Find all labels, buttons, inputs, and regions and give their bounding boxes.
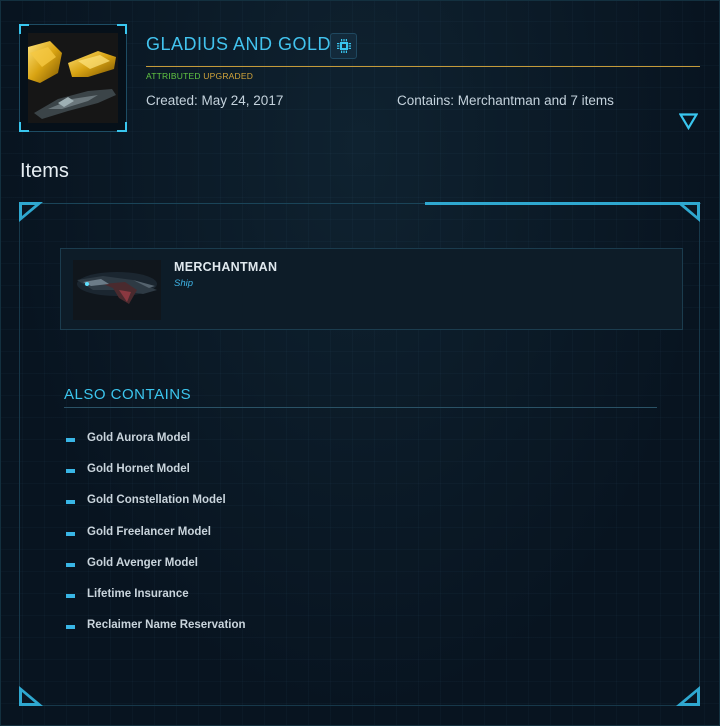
list-item-label: Lifetime Insurance <box>87 587 189 600</box>
bullet-icon <box>66 562 75 567</box>
pledge-image <box>28 33 118 123</box>
bullet-icon <box>66 438 75 442</box>
panel-top-accent <box>425 202 695 205</box>
list-item-label: Gold Constellation Model <box>87 494 226 507</box>
list-item-label: Gold Hornet Model <box>87 463 190 476</box>
contains-summary: Contains: Merchantman and 7 items <box>397 93 614 108</box>
also-contains-heading: ALSO CONTAINS <box>64 386 192 403</box>
also-contains-divider <box>64 407 657 408</box>
panel-corner-icon <box>19 686 43 706</box>
chip-icon[interactable] <box>330 33 357 59</box>
pledge-tags: ATTRIBUTED UPGRADED <box>146 71 253 81</box>
bullet-icon <box>66 625 75 630</box>
items-panel: MERCHANTMAN Ship ALSO CONTAINS Gold Auro… <box>19 202 701 706</box>
list-item-label: Gold Aurora Model <box>87 432 191 444</box>
ship-type: Ship <box>174 278 194 289</box>
title-divider <box>146 66 700 67</box>
frame-corner <box>117 122 127 132</box>
bullet-icon <box>66 500 75 505</box>
ship-name: MERCHANTMAN <box>174 260 278 274</box>
list-item-label: Gold Freelancer Model <box>87 525 211 538</box>
attributed-tag: ATTRIBUTED <box>146 71 201 81</box>
upgraded-tag: UPGRADED <box>203 71 254 81</box>
pledge-title: GLADIUS AND GOLD <box>146 34 332 54</box>
created-date: Created: May 24, 2017 <box>146 93 284 108</box>
ship-image <box>73 260 161 320</box>
triangle-down-icon[interactable] <box>678 113 699 131</box>
ship-card[interactable]: MERCHANTMAN Ship <box>60 248 683 330</box>
items-heading: Items <box>20 160 69 182</box>
frame-corner <box>19 122 29 132</box>
bullet-icon <box>66 531 75 536</box>
list-item-label: Gold Avenger Model <box>87 556 198 569</box>
panel-corner-icon <box>19 202 43 222</box>
pledge-thumbnail[interactable] <box>19 24 127 132</box>
bullet-icon <box>66 593 75 598</box>
frame-corner <box>117 24 127 34</box>
bullet-icon <box>66 469 75 474</box>
pledge-page: GLADIUS AND GOLD ATTRIBUTED UPGRADED Cre… <box>0 0 720 726</box>
list-item-label: Reclaimer Name Reservation <box>87 619 246 632</box>
panel-corner-icon <box>676 686 700 706</box>
panel-corner-icon <box>676 202 700 222</box>
